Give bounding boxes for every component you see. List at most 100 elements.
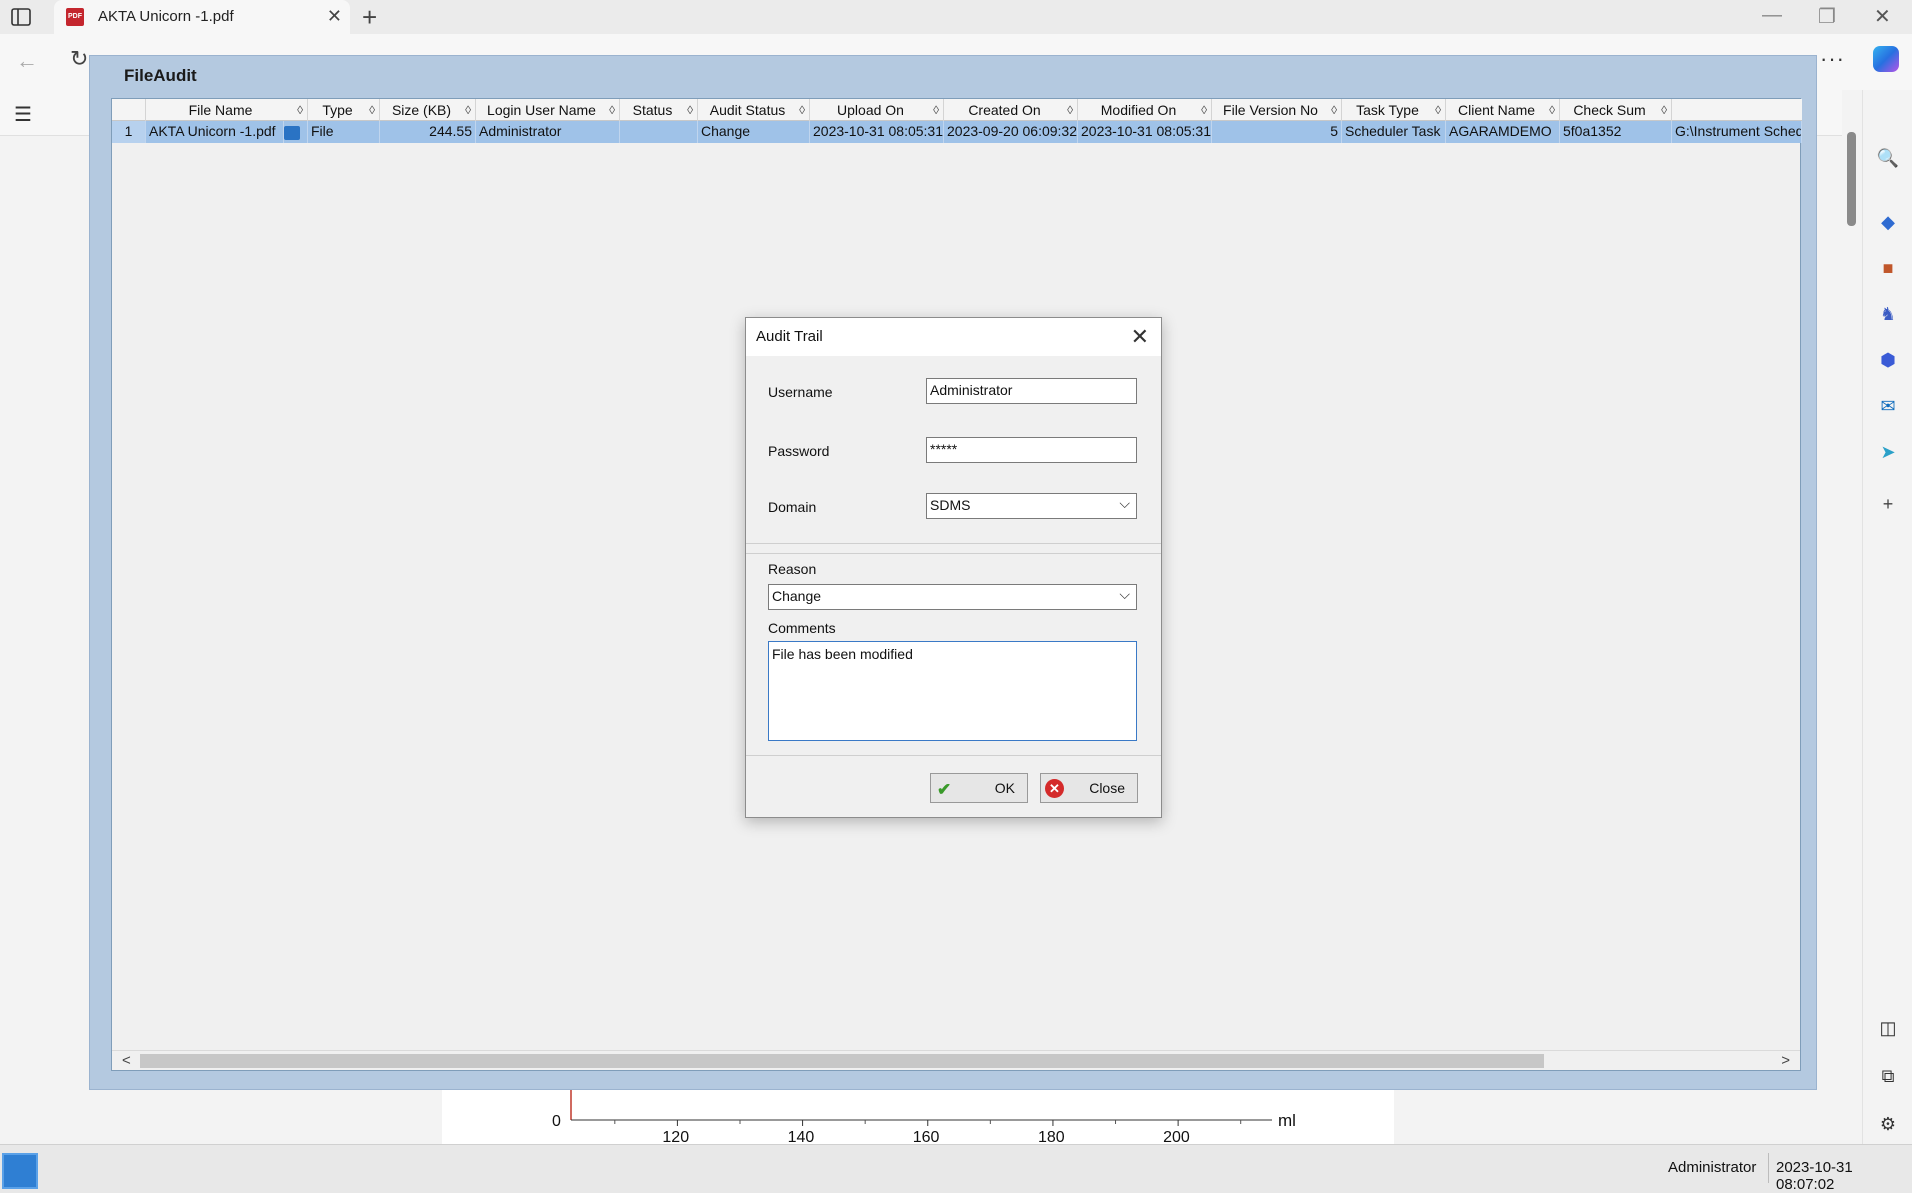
column-header-label: File Version No (1223, 102, 1318, 118)
sort-icon[interactable]: ◊ (465, 99, 471, 121)
domain-label: Domain (768, 499, 817, 515)
audit-trail-dialog: Audit Trail ✕ Username Administrator Pas… (745, 317, 1162, 818)
cell-type[interactable]: File (308, 121, 380, 143)
briefcase-icon[interactable]: ■ (1876, 256, 1900, 280)
domain-value: SDMS (930, 497, 971, 513)
column-header-created-on[interactable]: Created On ◊ (944, 99, 1078, 121)
comments-label: Comments (768, 620, 836, 636)
column-header-upload-on[interactable]: Upload On ◊ (810, 99, 944, 121)
column-header-type[interactable]: Type ◊ (308, 99, 380, 121)
column-header-modified-on[interactable]: Modified On ◊ (1078, 99, 1212, 121)
tab-title: AKTA Unicorn -1.pdf (98, 8, 234, 25)
table-of-contents-icon[interactable]: ☰ (14, 102, 32, 127)
copilot-icon[interactable] (1873, 46, 1899, 72)
dialog-close-icon[interactable]: ✕ (1131, 324, 1149, 350)
cell-file-name[interactable]: AKTA Unicorn -1.pdf (146, 121, 284, 143)
send-icon[interactable]: ➤ (1876, 440, 1900, 464)
sort-icon[interactable]: ◊ (369, 99, 375, 121)
pdf-file-icon: PDF (66, 8, 84, 26)
cell-login-user[interactable]: Administrator (476, 121, 620, 143)
sort-icon[interactable]: ◊ (1067, 99, 1073, 121)
column-header-status[interactable]: Status ◊ (620, 99, 698, 121)
tab-actions-icon[interactable] (10, 6, 32, 28)
reason-select[interactable]: Change ⌵ (768, 584, 1137, 610)
sort-icon[interactable]: ◊ (933, 99, 939, 121)
browser-tab[interactable]: PDF AKTA Unicorn -1.pdf ✕ (54, 0, 350, 34)
split-screen-icon[interactable]: ◫ (1876, 1016, 1900, 1040)
cell-upload-on[interactable]: 2023-10-31 08:05:31 (810, 121, 944, 143)
more-options-icon[interactable]: ··· (1820, 46, 1845, 72)
cell-size[interactable]: 244.55 (380, 121, 476, 143)
grid-header: File Name ◊ Type ◊ Size (KB) ◊ Login User Name… (112, 99, 1802, 121)
sort-icon[interactable]: ◊ (297, 99, 303, 121)
comments-field[interactable]: File has been modified (768, 641, 1137, 741)
chart-x-tick-label: 120 (662, 1129, 689, 1144)
cell-path[interactable]: G:\Instrument Scheduler (1672, 121, 1802, 143)
sort-icon[interactable]: ◊ (1201, 99, 1207, 121)
password-field[interactable]: ***** (926, 437, 1137, 463)
search-icon[interactable]: 🔍 (1876, 146, 1900, 170)
window-close-icon[interactable]: ✕ (1874, 4, 1891, 29)
cell-status[interactable] (620, 121, 698, 143)
column-header-file-version-no[interactable]: File Version No ◊ (1212, 99, 1342, 121)
chart-x-tick-label: 140 (788, 1129, 815, 1144)
minimize-icon[interactable]: — (1762, 4, 1782, 27)
app-icon[interactable] (2, 1153, 38, 1189)
horizontal-scroll-thumb[interactable] (140, 1054, 1544, 1068)
scroll-right-arrow[interactable]: > (1781, 1051, 1790, 1071)
close-button[interactable]: ✕ Close (1040, 773, 1138, 803)
sort-icon[interactable]: ◊ (687, 99, 693, 121)
edge-sidebar: 🔍 ◆ ■ ♞ ⬢ ✉ ➤ + ◫ ⧉ ⚙ (1862, 90, 1912, 1144)
column-header-check-sum[interactable]: Check Sum ◊ (1560, 99, 1672, 121)
m365-icon[interactable]: ⬢ (1876, 348, 1900, 372)
sort-icon[interactable]: ◊ (1435, 99, 1441, 121)
sort-icon[interactable]: ◊ (1331, 99, 1337, 121)
scroll-left-arrow[interactable]: < (122, 1051, 131, 1071)
status-user: Administrator (1668, 1159, 1757, 1176)
cell-client-name[interactable]: AGARAMDEMO (1446, 121, 1560, 143)
dialog-divider (746, 553, 1161, 554)
column-header-login-user-name[interactable]: Login User Name ◊ (476, 99, 620, 121)
column-header-label: Upload On (837, 102, 904, 118)
cell-task-type[interactable]: Scheduler Task (1342, 121, 1446, 143)
refresh-icon[interactable]: ↻ (70, 46, 88, 72)
restore-icon[interactable]: ❐ (1818, 4, 1836, 29)
column-header-file-name[interactable]: File Name ◊ (146, 99, 308, 121)
chevron-down-icon: ⌵ (1119, 495, 1130, 511)
chess-icon[interactable]: ♞ (1876, 302, 1900, 326)
cell-audit-status[interactable]: Change (698, 121, 810, 143)
fileaudit-title: FileAudit (124, 66, 197, 85)
sort-icon[interactable]: ◊ (1661, 99, 1667, 121)
column-header-size[interactable]: Size (KB) ◊ (380, 99, 476, 121)
column-header-label: Size (KB) (391, 102, 452, 118)
pdf-scroll-thumb[interactable] (1847, 132, 1856, 226)
dialog-divider (746, 543, 1161, 544)
add-icon[interactable]: + (1876, 492, 1900, 516)
cell-created-on[interactable]: 2023-09-20 06:09:32 (944, 121, 1078, 143)
sort-icon[interactable]: ◊ (609, 99, 615, 121)
settings-icon[interactable]: ⚙ (1876, 1112, 1900, 1136)
sort-icon[interactable]: ◊ (1549, 99, 1555, 121)
ok-label: OK (994, 780, 1015, 796)
cell-check-sum[interactable]: 5f0a1352 (1560, 121, 1672, 143)
sort-icon[interactable]: ◊ (799, 99, 805, 121)
external-link-icon[interactable]: ⧉ (1876, 1064, 1900, 1088)
outlook-icon[interactable]: ✉ (1876, 394, 1900, 418)
new-tab-button[interactable]: + (362, 2, 377, 33)
pdf-vertical-scrollbar[interactable] (1842, 90, 1862, 1144)
column-header-audit-status[interactable]: Audit Status ◊ (698, 99, 810, 121)
horizontal-scrollbar[interactable]: < > (112, 1050, 1800, 1070)
column-header-client-name[interactable]: Client Name ◊ (1446, 99, 1560, 121)
column-header-task-type[interactable]: Task Type ◊ (1342, 99, 1446, 121)
cell-modified-on[interactable]: 2023-10-31 08:05:31 (1078, 121, 1212, 143)
domain-select[interactable]: SDMS ⌵ (926, 493, 1137, 519)
cell-file-version[interactable]: 5 (1212, 121, 1342, 143)
username-field[interactable]: Administrator (926, 378, 1137, 404)
ok-button[interactable]: ✔ OK (930, 773, 1028, 803)
back-icon[interactable]: ← (16, 48, 38, 74)
column-header-label: Modified On (1100, 102, 1177, 118)
table-row[interactable]: 1 AKTA Unicorn -1.pdf File 244.55 Admini… (112, 121, 1802, 143)
dialog-titlebar: Audit Trail ✕ (746, 318, 1161, 356)
tab-close-icon[interactable]: ✕ (327, 6, 342, 27)
tag-icon[interactable]: ◆ (1876, 210, 1900, 234)
